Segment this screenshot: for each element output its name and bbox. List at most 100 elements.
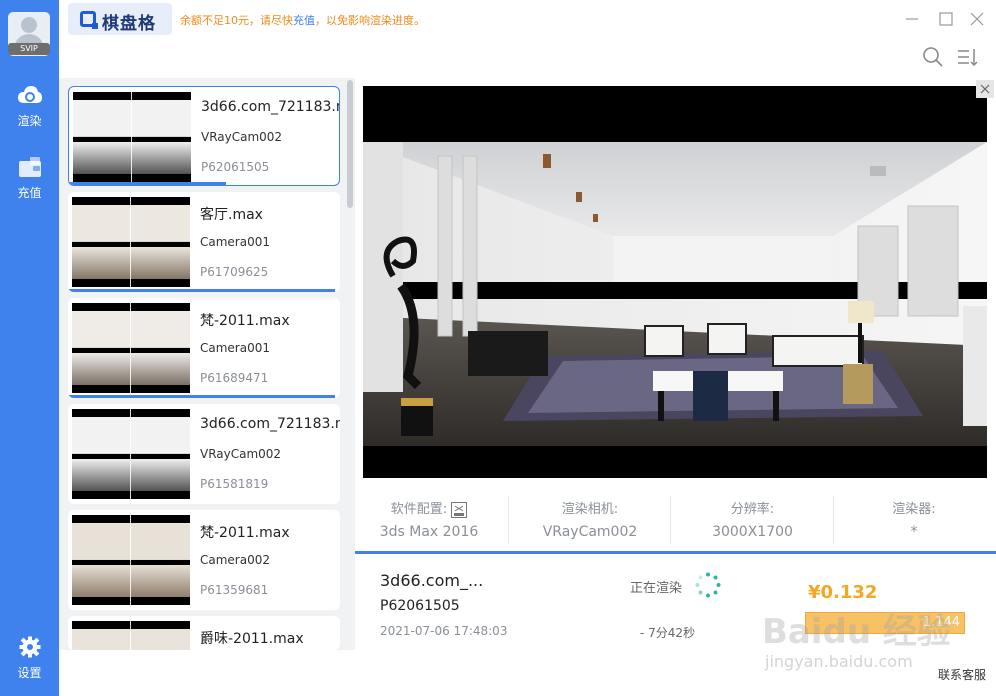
info-divider [508,496,509,544]
info-divider [670,496,671,544]
max-logo-icon [451,501,468,518]
thumb-grid-line [72,559,190,560]
task-card[interactable]: 梵-2011.max Camera002 P61359681 [68,510,340,610]
task-title: 3d66.com_721183.ma [200,416,340,432]
thumb-band [72,597,190,605]
task-title: 梵-2011.max [200,313,290,329]
left-sidebar: SVIP 渲染 充值 设置 [0,0,59,696]
info-resolution: 分辨率: 3000X1700 [680,498,825,540]
task-progress [68,395,335,398]
camera-label: 渲染相机: [561,502,619,517]
resolution-label: 分辨率: [730,502,775,517]
avatar-head [21,17,37,33]
task-thumbnail [72,197,190,287]
thumb-band [72,491,190,499]
search-icon[interactable] [922,46,944,68]
thumb-band [72,303,190,311]
preview-close-icon[interactable] [976,80,994,98]
nav-recharge[interactable]: 充值 [0,156,59,201]
renderer-value: * [910,524,918,540]
notice-text-before: 余额不足10元，请尽快 [180,14,293,27]
contact-service-link[interactable]: 联系客服 [938,666,986,683]
nav-settings[interactable]: 设置 [0,636,59,681]
task-progress [68,289,335,292]
thumb-band [72,197,190,205]
software-label: 软件配置: [370,498,488,518]
cloud-render-icon [17,86,42,103]
nav-recharge-label: 充值 [17,186,42,200]
maximize-icon[interactable] [937,10,955,28]
render-preview-image [363,86,987,478]
minimize-icon[interactable] [903,10,921,28]
thumb-grid-line [73,136,191,137]
svip-badge: SVIP [8,43,50,55]
task-card[interactable]: 3d66.com_721183.ma VRayCam002 P61581819 [68,404,340,504]
detail-price: ¥0.132 [808,582,878,603]
task-title: 3d66.com_721183.ma [201,99,339,115]
thumb-band [72,409,190,417]
nav-render[interactable]: 渲染 [0,84,59,129]
logo-text: 棋盘格 [102,14,156,34]
software-label-text: 软件配置: [390,502,448,517]
task-thumbnail [72,303,190,393]
thumb-band [73,174,191,182]
task-card[interactable]: 爵味-2011.max [68,616,340,650]
thumb-band [72,515,190,523]
thumb-grid-line [72,453,190,454]
task-card[interactable]: 3d66.com_721183.ma VRayCam002 P62061505 [68,86,340,186]
task-camera: Camera002 [200,553,270,567]
baidu-watermark-url: jingyan.baidu.com [765,652,913,671]
task-id: P61359681 [200,583,269,597]
detail-duration: - 7分42秒 [640,626,696,640]
task-card[interactable]: 梵-2011.max Camera001 P61689471 [68,298,340,398]
thumb-grid-line [130,621,131,650]
wallet-icon [18,157,41,177]
thumb-grid-line [72,347,190,348]
app-logo: 棋盘格 [68,3,172,35]
info-divider [833,496,834,544]
baidu-watermark: Baidu 经验 [762,612,951,652]
camera-value: VRayCam002 [542,524,638,540]
task-camera: VRayCam002 [201,130,283,144]
renderer-label: 渲染器: [892,502,936,517]
thumb-grid-line [130,197,131,287]
nav-render-label: 渲染 [17,114,42,128]
task-thumbnail [72,409,190,499]
task-id: P62061505 [201,160,270,174]
loading-spinner-icon [695,572,721,598]
close-icon[interactable] [968,10,986,28]
task-camera: Camera001 [200,235,270,249]
thumb-grid-line [131,92,132,182]
software-value: 3ds Max 2016 [379,524,479,540]
thumb-grid-line [72,241,190,242]
info-camera: 渲染相机: VRayCam002 [520,498,660,540]
logo-mark-icon [80,11,98,29]
info-renderer: 渲染器: * [845,498,983,540]
task-thumbnail [72,621,190,650]
task-camera: VRayCam002 [200,447,282,461]
detail-status: 正在渲染 [630,581,683,596]
task-id: P61689471 [200,371,269,385]
balance-notice: 余额不足10元，请尽快充值，以免影响渲染进度。 [180,12,425,28]
sort-icon[interactable] [956,46,978,68]
resolution-value: 3000X1700 [712,524,793,540]
task-id: P61581819 [200,477,269,491]
task-title: 爵味-2011.max [200,631,304,647]
task-list-scrollbar[interactable] [347,80,353,208]
task-title: 客厅.max [200,207,263,223]
task-thumbnail [72,515,190,605]
thumb-band [72,385,190,393]
recharge-link[interactable]: 充值 [293,14,315,27]
thumb-band [73,92,191,100]
gear-icon [19,636,40,658]
thumb-grid-line [130,515,131,605]
task-card[interactable]: 客厅.max Camera001 P61709625 [68,192,340,292]
task-id: P61709625 [200,265,269,279]
detail-time: 2021-07-06 17:48:03 [380,624,508,638]
thumb-band [72,621,190,629]
list-bottom-strip [59,650,355,696]
info-software: 软件配置: 3ds Max 2016 [370,498,488,540]
thumb-band [72,279,190,287]
task-title: 梵-2011.max [200,525,290,541]
detail-title: 3d66.com_... [380,571,484,590]
